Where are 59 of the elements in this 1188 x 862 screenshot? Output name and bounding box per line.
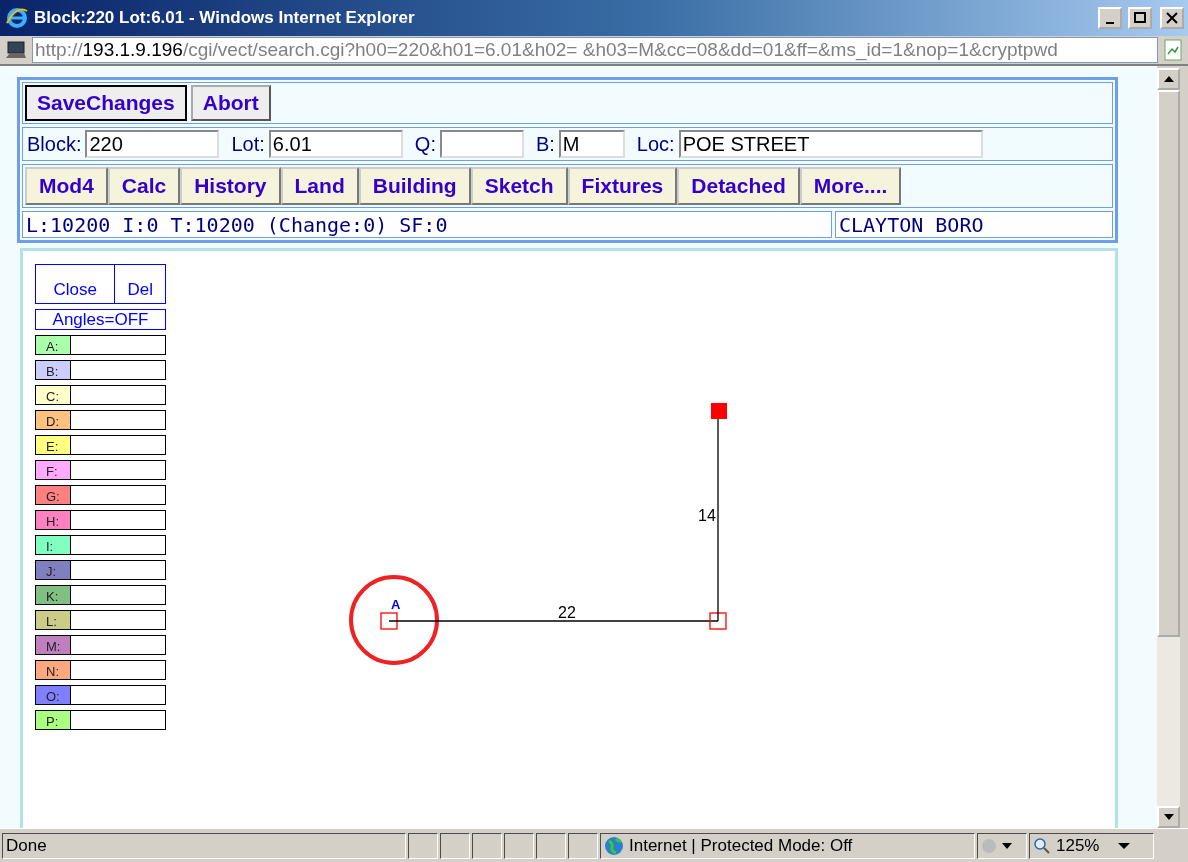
close-icon [1166, 12, 1178, 24]
page-icon[interactable] [1162, 38, 1184, 62]
field-label: Block: [27, 132, 82, 156]
dimension-label: 14 [698, 507, 716, 524]
nav-button[interactable]: Building [358, 167, 471, 205]
nav-button[interactable]: History [180, 167, 281, 205]
status-pane [440, 832, 470, 859]
zoom-icon [1033, 836, 1051, 855]
nav-button[interactable]: Land [280, 167, 359, 205]
scrollbar[interactable] [1157, 68, 1180, 828]
minimize-icon [1106, 21, 1114, 24]
field-label: Loc: [636, 132, 675, 156]
dimension-label: 22 [558, 604, 576, 621]
computer-icon [4, 40, 28, 60]
address-field[interactable]: http://193.1.9.196/cgi/vect/search.cgi?h00=220&h01=6.01&h02= &h03=M&cc=08&dd=01&ff=&ms_id=1&nop=1&cryptpwd [32, 37, 1158, 63]
security-zone-text: Internet | Protected Mode: Off [629, 835, 853, 856]
security-menu-button[interactable] [977, 832, 1027, 859]
status-pane [536, 832, 566, 859]
scroll-up-icon[interactable] [1157, 68, 1180, 90]
field-label: B: [535, 132, 555, 156]
start-point-marker[interactable] [380, 612, 398, 630]
status-text: Done [6, 835, 47, 856]
nav-button[interactable]: More.... [799, 167, 902, 205]
zoom-button[interactable]: 125% [1029, 832, 1154, 859]
nav-button[interactable]: Mod4 [25, 167, 108, 205]
close-button[interactable] [1160, 7, 1184, 29]
scroll-down-icon[interactable] [1157, 806, 1180, 828]
text-field[interactable]: 6.01 [268, 130, 403, 158]
nav-button[interactable]: Detached [677, 167, 800, 205]
nav-button[interactable]: Sketch [470, 167, 568, 205]
status-pane [408, 832, 438, 859]
scroll-thumb[interactable] [1157, 90, 1180, 637]
point-label: A [391, 597, 401, 612]
nav-button[interactable]: Fixtures [567, 167, 678, 205]
window-title: Block:220 Lot:6.01 - Windows Internet Explorer [34, 8, 416, 28]
end-point-marker[interactable] [711, 403, 727, 419]
maximize-icon [1134, 12, 1146, 24]
text-field[interactable]: 220 [85, 130, 220, 158]
totals-text: L:10200 I:0 T:10200 (Change:0) SF:0 [22, 211, 832, 238]
text-field[interactable]: POE STREET [678, 130, 983, 158]
caret-icon [1002, 842, 1012, 849]
minimize-button[interactable] [1098, 7, 1122, 29]
text-field[interactable]: M [558, 130, 625, 158]
status-pane [568, 832, 598, 859]
corner-point-marker[interactable] [709, 612, 727, 630]
action-button[interactable]: Abort [190, 85, 271, 121]
status-pane [504, 832, 534, 859]
municipality-text: CLAYTON BORO [835, 211, 1113, 238]
globe-icon [604, 835, 624, 856]
field-label: Q: [414, 132, 436, 156]
maximize-button[interactable] [1128, 7, 1152, 29]
browser-logo-icon [6, 7, 28, 29]
text-field[interactable] [439, 130, 524, 158]
caret-icon [1118, 841, 1131, 850]
action-button[interactable]: SaveChanges [25, 85, 187, 121]
status-pane [472, 832, 502, 859]
nav-button[interactable]: Calc [107, 167, 181, 205]
field-label: Lot: [231, 132, 265, 156]
angles-button[interactable]: Angles=OFF [35, 309, 166, 330]
